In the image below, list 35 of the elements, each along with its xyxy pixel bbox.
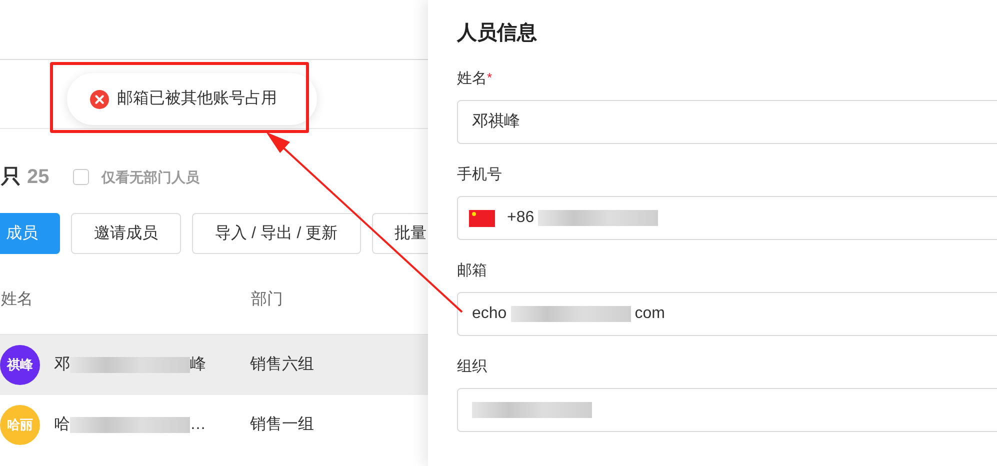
name-text: … xyxy=(190,415,206,435)
field-value: +86 xyxy=(507,208,534,228)
field-value: echo xyxy=(472,304,507,324)
toolbar-button[interactable]: 导入 / 导出 / 更新 xyxy=(192,213,361,254)
avatar: 祺峰 xyxy=(0,345,40,385)
checkbox[interactable] xyxy=(73,169,90,185)
toolbar-button[interactable]: 批量 xyxy=(372,213,428,254)
member-count: 25 xyxy=(27,165,50,190)
filter-label: 仅看无部门人员 xyxy=(101,168,200,186)
avatar: 哈丽 xyxy=(0,405,40,445)
field-value: 邓祺峰 xyxy=(472,112,520,132)
department-text: 销售六组 xyxy=(250,354,314,375)
name-text: 峰 xyxy=(190,355,206,375)
panel-title: 人员信息 xyxy=(457,21,538,46)
field-value: com xyxy=(634,304,665,324)
field-label: 邮箱 xyxy=(457,261,487,281)
toast-message: 邮箱已被其他账号占用 xyxy=(117,88,277,109)
column-header: 部门 xyxy=(251,290,283,310)
field-label: 姓名 xyxy=(457,69,487,89)
input-field[interactable] xyxy=(457,388,997,432)
field-label: 手机号 xyxy=(457,165,502,185)
input-field[interactable]: echo com xyxy=(457,292,997,336)
members-title: 只 xyxy=(1,165,21,190)
name-text: 邓 xyxy=(54,355,70,375)
input-field[interactable]: +86 xyxy=(457,196,997,240)
flag-icon xyxy=(469,210,495,226)
table-row[interactable]: 祺峰 邓 峰 销售六组 xyxy=(0,335,428,395)
required-mark: * xyxy=(487,69,492,87)
column-header: 姓名 xyxy=(1,290,34,310)
field-label: 组织 xyxy=(457,357,487,377)
input-field[interactable]: 邓祺峰 xyxy=(457,100,997,144)
toolbar-button[interactable]: 邀请成员 xyxy=(71,213,181,254)
department-text: 销售一组 xyxy=(250,415,314,435)
error-icon xyxy=(90,90,109,108)
name-text: 哈 xyxy=(54,415,70,435)
